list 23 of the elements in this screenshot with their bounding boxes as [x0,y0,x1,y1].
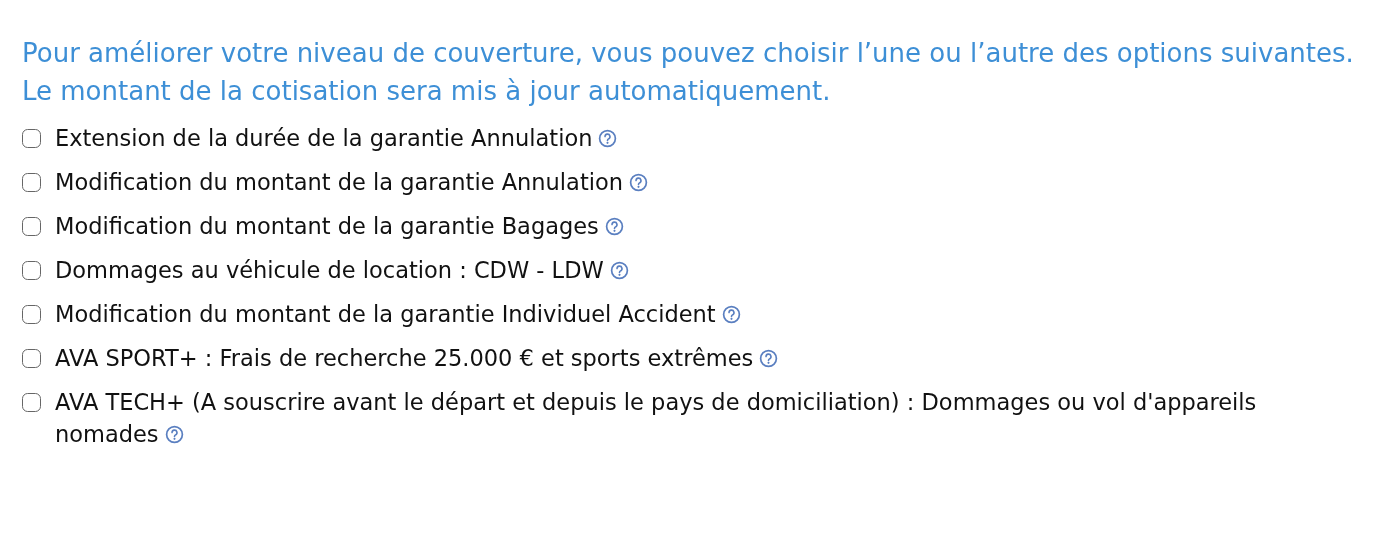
checkbox[interactable] [22,217,41,236]
intro-text: Le montant de la cotisation sera mis à jour automatiquement. [22,75,832,108]
option-label: Dommages au véhicule de location : CDW - LDW [55,254,629,286]
help-icon[interactable] [604,217,624,236]
help-icon[interactable] [759,349,779,368]
option-label: Extension de la durée de la garantie Annulation [55,122,618,154]
option-label: AVA TECH+ (A souscrire avant le départ et depuis le pays de domiciliation) : Dommages ou vol d'appareils nomades [55,388,1258,449]
checkbox[interactable] [22,349,41,368]
option-label: Modification du montant de la garantie Annulation [55,166,648,198]
checkbox[interactable] [22,173,41,192]
help-icon[interactable] [609,261,629,280]
help-icon[interactable] [164,425,184,444]
checkbox[interactable] [22,305,41,324]
option-label: AVA SPORT+ : Frais de recherche 25.000 € et sports extrêmes [55,342,779,374]
help-icon[interactable] [629,173,648,192]
checkbox[interactable] [22,129,41,148]
option-label: Modification du montant de la garantie Individuel Accident [55,298,741,330]
option-label: Modification du montant de la garantie Bagages [55,210,624,242]
checkbox[interactable] [22,261,41,280]
help-icon[interactable] [598,129,618,148]
help-icon[interactable] [721,305,741,324]
intro-text: Pour améliorer votre niveau de couverture, vous pouvez choisir l’une ou l’autre des options suivantes. [22,37,1355,70]
checkbox[interactable] [22,393,41,412]
